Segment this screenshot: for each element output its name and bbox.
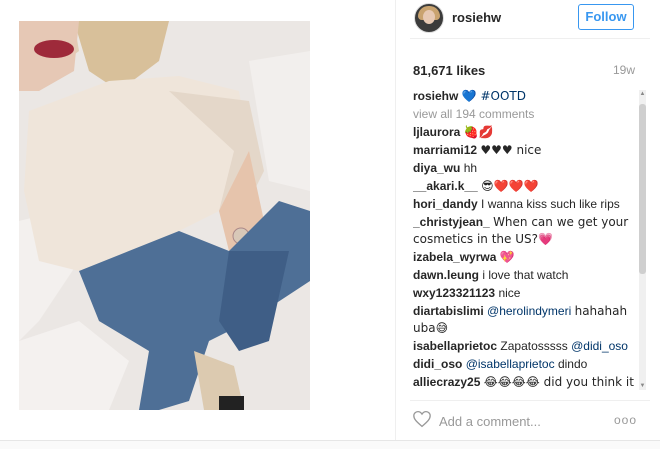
scroll-up-arrow-icon[interactable]: ▲ [639, 90, 646, 98]
likes-count[interactable]: 81,671 likes [413, 63, 485, 78]
list-item: wxy123321123 nice [413, 285, 635, 302]
list-item: diya_wu hh [413, 160, 635, 177]
panel-divider [395, 0, 396, 440]
comment-text: nice [498, 286, 521, 300]
comment-user[interactable]: alliecrazy25 [413, 375, 480, 389]
comment-text: i love that watch [482, 268, 569, 282]
list-item: isabellaprietoc Zapatosssss @didi_oso [413, 338, 635, 355]
comment-mention[interactable]: @isabellaprietoc [466, 357, 555, 371]
comment-mention[interactable]: @herolindymeri [487, 304, 571, 318]
add-comment-input[interactable] [439, 413, 599, 429]
list-item: hori_dandy I wanna kiss such like rips [413, 196, 635, 213]
list-item: _christyjean_ When can we get your cosme… [413, 214, 635, 248]
post-header: rosiehw Follow [410, 0, 660, 36]
comment-text: 😂😂😂😂 did you think it [483, 375, 634, 389]
list-item: alliecrazy25 😂😂😂😂 did you think it [413, 374, 635, 391]
post-frame: rosiehw Follow 81,671 likes 19w rosiehw … [0, 0, 660, 441]
scroll-down-arrow-icon[interactable]: ▼ [639, 382, 646, 390]
post-time[interactable]: 19w [613, 63, 635, 77]
comments-scrollbar[interactable]: ▲ ▼ [639, 90, 646, 390]
scrollbar-thumb[interactable] [639, 104, 646, 274]
header-username[interactable]: rosiehw [452, 10, 501, 25]
comment-text: dindo [557, 357, 588, 371]
comment-user[interactable]: _christyjean_ [413, 215, 490, 229]
heart-icon[interactable] [412, 410, 432, 428]
list-item: __akari.k__ 😎❤️❤️❤️ [413, 178, 635, 195]
comment-user[interactable]: diartabislimi [413, 304, 484, 318]
avatar[interactable] [414, 3, 444, 33]
comment-user[interactable]: hori_dandy [413, 197, 478, 211]
list-item: izabela_wyrwa 💖 [413, 249, 635, 266]
comments-list: rosiehw 💙 #OOTD view all 194 comments lj… [413, 88, 635, 393]
comment-user[interactable]: ljlaurora [413, 125, 460, 139]
post-photo-image [19, 21, 310, 410]
comment-user[interactable]: isabellaprietoc [413, 339, 497, 353]
comment-text: 🍓💋 [463, 125, 494, 139]
follow-button[interactable]: Follow [578, 4, 634, 30]
list-item: marriami12 ♥♥♥ nice [413, 142, 635, 159]
comment-text: 😎❤️❤️❤️ [481, 179, 539, 193]
list-item: dawn.leung i love that watch [413, 267, 635, 284]
view-all-comments-link[interactable]: view all 194 comments [413, 106, 635, 123]
comment-user[interactable]: didi_oso [413, 357, 462, 371]
comment-user[interactable]: diya_wu [413, 161, 460, 175]
comment-user[interactable]: __akari.k__ [413, 179, 478, 193]
comment-text: Zapatosssss [500, 339, 568, 353]
footer-divider [410, 400, 650, 401]
comment-text: 💖 [499, 250, 515, 264]
comment-text: I wanna kiss such like rips [481, 197, 620, 211]
header-divider [410, 38, 650, 39]
comment-text: ♥♥♥ nice [480, 143, 542, 157]
comment-user[interactable]: dawn.leung [413, 268, 479, 282]
list-item: didi_oso @isabellaprietoc dindo [413, 356, 635, 373]
list-item: ljlaurora 🍓💋 [413, 124, 635, 141]
comment-mention[interactable]: @didi_oso [571, 339, 628, 353]
caption-text: 💙 #OOTD [461, 89, 526, 103]
list-item: diartabislimi @herolindymeri hahahah uba… [413, 303, 635, 337]
caption: rosiehw 💙 #OOTD [413, 88, 635, 105]
comment-user[interactable]: wxy123321123 [413, 286, 495, 300]
comment-user[interactable]: marriami12 [413, 143, 477, 157]
more-options-icon[interactable]: ooo [614, 413, 637, 427]
post-photo[interactable] [19, 21, 310, 410]
comment-text: hh [463, 161, 478, 175]
caption-user[interactable]: rosiehw [413, 89, 458, 103]
comment-user[interactable]: izabela_wyrwa [413, 250, 496, 264]
